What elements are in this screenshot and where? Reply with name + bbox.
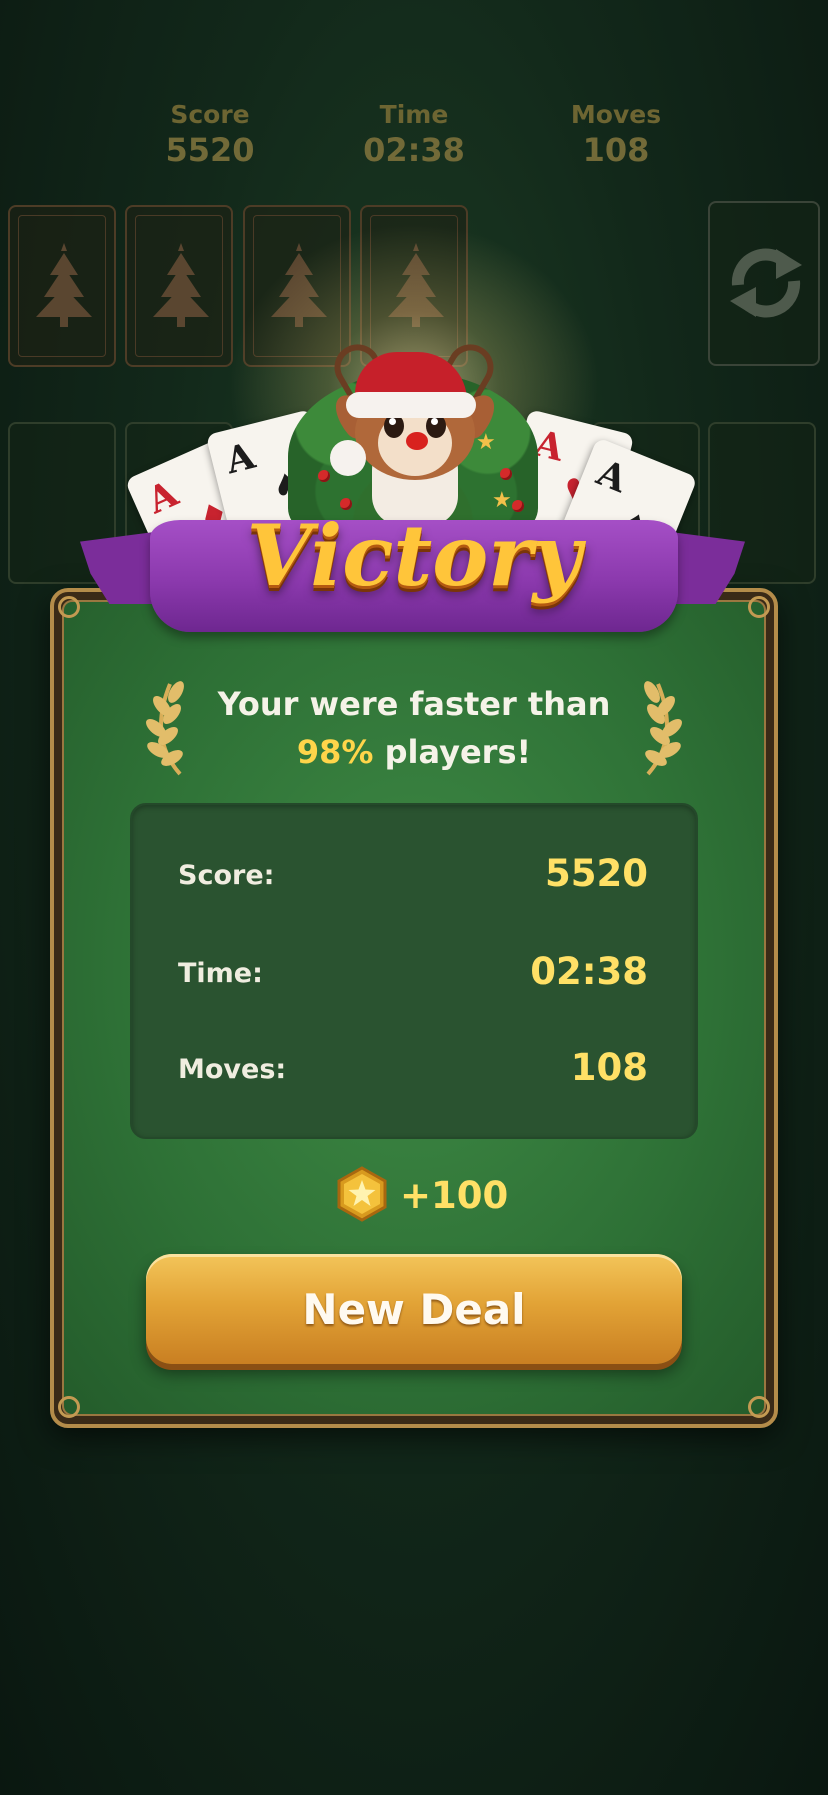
top-time-stat: Time 02:38 [314,100,514,169]
gold-star-coin-icon [337,1166,387,1222]
berry-icon [318,470,330,482]
laurel-right-icon [644,681,682,776]
christmas-tree-icon [36,243,92,327]
result-moves-label: Moves: [178,1054,287,1085]
message-line-1: Your were faster than [217,685,611,723]
result-time-value: 02:38 [530,950,648,993]
result-row-time: Time: 02:38 [178,948,648,998]
frame-corner-ornament [748,596,770,618]
reindeer-nose [406,432,428,450]
top-score-label: Score [170,100,250,129]
top-moves-stat: Moves 108 [516,100,716,169]
refresh-arrows-icon [730,248,802,318]
new-deal-button[interactable]: New Deal [146,1254,682,1364]
top-time-label: Time [379,100,449,129]
message-line-2: 98% players! [200,728,628,776]
frame-corner-ornament [58,596,80,618]
top-time-value: 02:38 [363,131,465,169]
berry-icon [500,468,512,480]
message-line-2-rest: players! [373,733,532,771]
faster-than-message: Your were faster than 98% players! [200,680,628,776]
result-row-score: Score: 5520 [178,850,648,900]
card-rank: A [591,451,633,502]
frame-corner-ornament [748,1396,770,1418]
percentile-value: 98% [296,733,374,771]
laurel-left-icon [146,681,184,776]
result-score-label: Score: [178,860,275,891]
card-rank: A [221,434,259,483]
victory-title: Victory [246,506,582,605]
result-time-label: Time: [178,958,263,989]
result-moves-value: 108 [570,1046,648,1089]
top-score-value: 5520 [165,131,255,169]
christmas-tree-icon [153,243,209,327]
frame-corner-ornament [58,1396,80,1418]
result-score-value: 5520 [545,852,648,895]
top-moves-label: Moves [570,100,662,129]
result-row-moves: Moves: 108 [178,1044,648,1094]
santa-hat-brim [346,392,476,418]
foundation-slot-1[interactable] [8,205,116,367]
top-score-stat: Score 5520 [110,100,310,169]
reward-amount: +100 [400,1174,509,1217]
top-moves-value: 108 [582,131,650,169]
stock-refresh-slot[interactable] [708,201,820,366]
santa-hat-pompom [330,440,366,476]
